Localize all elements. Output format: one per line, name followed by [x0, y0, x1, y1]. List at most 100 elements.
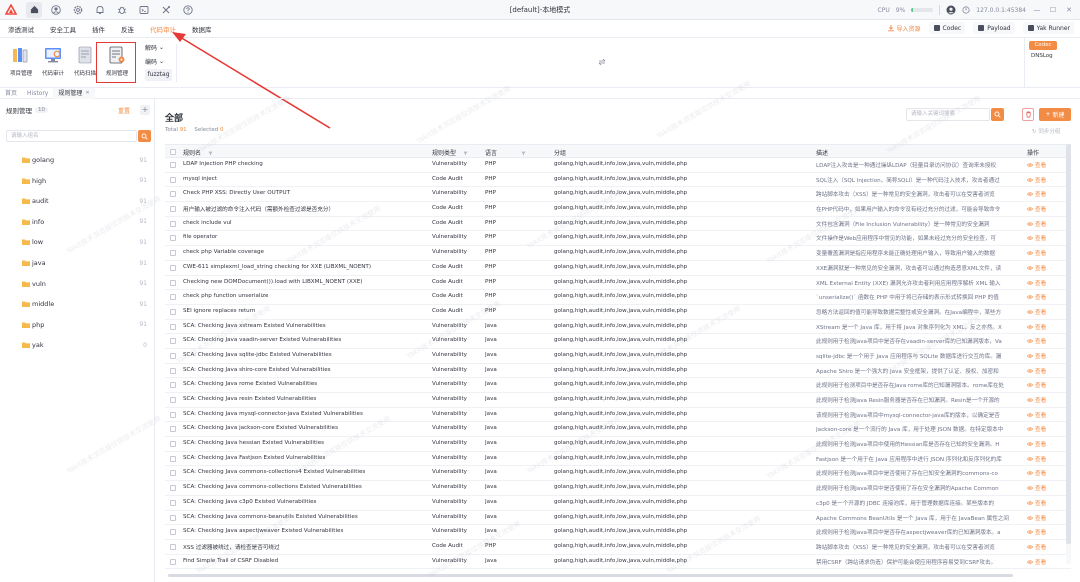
add-group-button[interactable]: + — [140, 105, 150, 115]
help-icon[interactable] — [180, 2, 196, 18]
filter-icon[interactable] — [521, 151, 526, 156]
table-row[interactable]: SCA: Checking Java vaadin-server Existed… — [165, 334, 1071, 349]
codec-tool-button[interactable]: Codec — [1029, 41, 1057, 50]
table-row[interactable]: SCA: Checking Java xstream Existed Vulne… — [165, 320, 1071, 335]
view-button[interactable]: 查看 — [1027, 279, 1067, 287]
table-row[interactable]: SCA: Checking Java mysql-connector-java … — [165, 408, 1071, 423]
yakit-logo-icon[interactable] — [2, 0, 20, 20]
reset-button[interactable]: 重置 — [118, 106, 130, 115]
row-checkbox[interactable] — [170, 338, 176, 345]
yak-runner-button[interactable]: Yak Runner — [1022, 22, 1074, 34]
maximize-button[interactable]: ☐ — [1048, 6, 1058, 14]
group-item[interactable]: middle 91 — [0, 294, 155, 314]
row-checkbox[interactable] — [170, 470, 176, 477]
user-icon[interactable] — [48, 2, 64, 18]
view-button[interactable]: 查看 — [1027, 249, 1067, 257]
row-checkbox[interactable] — [170, 382, 176, 389]
table-row[interactable]: SCA: Checking Java rome Existed Vulnerab… — [165, 378, 1071, 393]
table-row[interactable]: mysql inject Code Audit PHP golang,high,aud… — [165, 173, 1071, 188]
menu-plugins[interactable]: 插件 — [84, 24, 113, 34]
row-checkbox[interactable] — [170, 543, 176, 550]
menu-reverse[interactable]: 反连 — [113, 24, 142, 34]
table-row[interactable]: 用户输入被过滤的命令注入代码（需额外检查过滤是否充分） Code Audit PHP… — [165, 202, 1071, 217]
view-button[interactable]: 查看 — [1027, 396, 1067, 404]
view-button[interactable]: 查看 — [1027, 381, 1067, 389]
table-row[interactable]: check php function unserialize Code Audit… — [165, 290, 1071, 305]
row-checkbox[interactable] — [170, 529, 176, 536]
group-item[interactable]: golang 91 — [0, 150, 155, 170]
table-row[interactable]: SCA: Checking Java sqlite-jdbc Existed V… — [165, 349, 1071, 364]
table-row[interactable]: file operator Vulnerability PHP golang,high… — [165, 231, 1071, 247]
view-button[interactable]: 查看 — [1027, 558, 1067, 566]
horizontal-scrollbar[interactable] — [168, 574, 1013, 577]
keyword-search-input[interactable]: 请输入关键词搜索 — [906, 108, 990, 121]
group-item[interactable]: info 91 — [0, 212, 155, 232]
group-item[interactable]: java 91 — [0, 253, 155, 273]
home-icon[interactable] — [26, 1, 42, 18]
row-checkbox[interactable] — [170, 426, 176, 433]
view-button[interactable]: 查看 — [1027, 499, 1067, 507]
table-row[interactable]: Find Simple Trail of CSRF Disabled Vulner… — [165, 555, 1071, 570]
group-search-input[interactable]: 请输入组名 — [6, 130, 137, 142]
terminal-icon[interactable] — [136, 2, 152, 18]
table-row[interactable]: CWE-611 simplexml_load_string checking f… — [165, 261, 1071, 276]
codec-button[interactable]: Codec — [928, 22, 966, 34]
group-item[interactable]: audit 91 — [0, 191, 155, 211]
view-button[interactable]: 查看 — [1027, 367, 1067, 375]
view-button[interactable]: 查看 — [1027, 484, 1067, 492]
row-checkbox[interactable] — [170, 514, 176, 521]
table-row[interactable]: XSS 过滤器被绕过，请检查是否可绕过 Code Audit PHP golang,h… — [165, 540, 1071, 555]
decode-dropdown[interactable]: 解码 ⌄ — [145, 41, 171, 53]
table-row[interactable]: SCA: Checking Java Fastjson Existed Vuln… — [165, 452, 1071, 467]
close-button[interactable]: ✕ — [1064, 6, 1074, 14]
view-button[interactable]: 查看 — [1027, 161, 1067, 169]
row-checkbox[interactable] — [170, 441, 176, 448]
swap-icon[interactable] — [598, 58, 606, 66]
engine-avatar-icon[interactable] — [946, 5, 956, 15]
table-row[interactable]: SCA: Checking Java c3p0 Existed Vulnerab… — [165, 496, 1071, 511]
row-checkbox[interactable] — [170, 323, 176, 330]
table-row[interactable]: SCA: Checking Java shiro-core Existed Vu… — [165, 364, 1071, 379]
table-row[interactable]: Check PHP XSS: Directly User OUTPUT Vulne… — [165, 187, 1071, 203]
view-button[interactable]: 查看 — [1027, 264, 1067, 272]
table-row[interactable]: SCA: Checking Java jackson-core Existed … — [165, 422, 1071, 438]
row-checkbox[interactable] — [170, 294, 176, 301]
filter-icon[interactable] — [208, 151, 213, 156]
row-checkbox[interactable] — [170, 485, 176, 492]
row-checkbox[interactable] — [170, 206, 176, 213]
view-button[interactable]: 查看 — [1027, 440, 1067, 448]
view-button[interactable]: 查看 — [1027, 528, 1067, 536]
bug-icon[interactable] — [114, 2, 130, 18]
row-checkbox[interactable] — [170, 411, 176, 418]
view-button[interactable]: 查看 — [1027, 220, 1067, 228]
view-button[interactable]: 查看 — [1027, 205, 1067, 213]
vertical-scrollbar-thumb[interactable] — [1066, 144, 1071, 544]
table-row[interactable]: SEI ignore replaces return Code Audit PHP g… — [165, 305, 1071, 320]
table-row[interactable]: SCA: Checking Java commons-beanutils Exi… — [165, 511, 1071, 526]
view-button[interactable]: 查看 — [1027, 190, 1067, 198]
row-checkbox[interactable] — [170, 352, 176, 359]
delete-button[interactable] — [1022, 108, 1034, 121]
fuzztag-button[interactable]: fuzztag — [145, 69, 172, 81]
view-button[interactable]: 查看 — [1027, 308, 1067, 316]
row-checkbox[interactable] — [170, 367, 176, 374]
tools-icon[interactable] — [158, 2, 174, 18]
view-button[interactable]: 查看 — [1027, 293, 1067, 301]
row-checkbox[interactable] — [170, 220, 176, 227]
row-checkbox[interactable] — [170, 455, 176, 462]
filter-icon[interactable] — [463, 151, 468, 156]
view-button[interactable]: 查看 — [1027, 323, 1067, 331]
view-button[interactable]: 查看 — [1027, 469, 1067, 477]
row-checkbox[interactable] — [170, 235, 176, 242]
view-button[interactable]: 查看 — [1027, 543, 1067, 551]
row-checkbox[interactable] — [170, 162, 176, 168]
minimize-button[interactable]: — — [1032, 6, 1042, 14]
payload-button[interactable]: Payload — [973, 22, 1015, 34]
row-checkbox[interactable] — [170, 308, 176, 315]
code-audit-button[interactable]: 代码审计 — [38, 43, 68, 83]
row-checkbox[interactable] — [170, 558, 176, 565]
table-row[interactable]: check include vul Code Audit PHP golang,hig… — [165, 217, 1071, 232]
row-checkbox[interactable] — [170, 250, 176, 257]
table-row[interactable]: Checking new DOMDocument()).load with LI… — [165, 276, 1071, 291]
table-row[interactable]: LDAP Injection PHP checking Vulnerability… — [165, 158, 1071, 173]
